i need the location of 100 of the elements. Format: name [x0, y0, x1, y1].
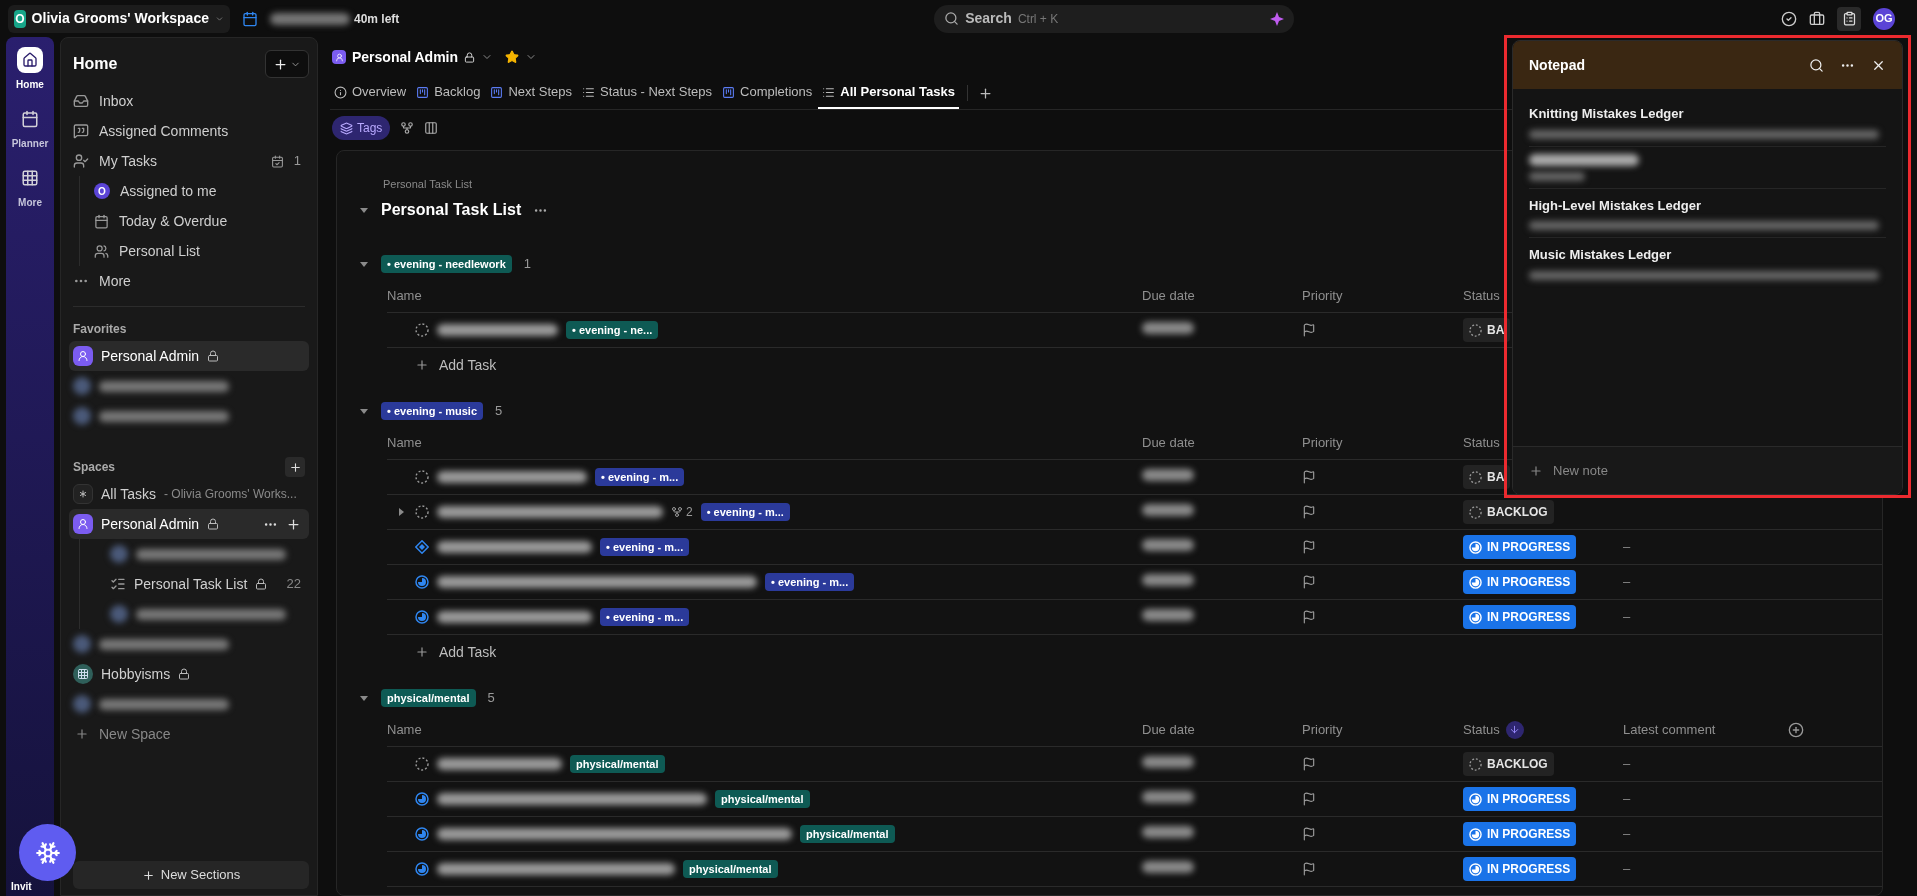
- priority-flag-icon[interactable]: [1302, 757, 1316, 771]
- note-item[interactable]: Music Mistakes Ledger: [1529, 238, 1886, 287]
- status-badge[interactable]: IN PROGRESS: [1463, 570, 1577, 594]
- status-progress-icon[interactable]: [415, 575, 429, 589]
- status-progress-icon[interactable]: [415, 792, 429, 806]
- view-tab[interactable]: Next Steps: [486, 77, 577, 109]
- columns-icon[interactable]: [424, 121, 439, 135]
- collapse-caret-icon[interactable]: [359, 205, 369, 215]
- new-sections-button[interactable]: New Sections: [73, 861, 309, 889]
- column-header[interactable]: Due date: [1142, 432, 1195, 453]
- priority-flag-icon[interactable]: [1302, 862, 1316, 876]
- add-column-icon[interactable]: [1788, 721, 1804, 738]
- status-badge[interactable]: BACKLOG: [1463, 500, 1554, 524]
- task-tag[interactable]: physical/mental: [715, 790, 810, 808]
- new-space-link[interactable]: New Space: [75, 723, 171, 745]
- group-tag[interactable]: • evening - needlework: [381, 255, 512, 273]
- status-badge[interactable]: BA: [1463, 465, 1511, 489]
- rail-item[interactable]: Planner: [11, 106, 49, 151]
- column-header[interactable]: Status: [1463, 719, 1500, 740]
- sidebar-item[interactable]: All Tasks - Olivia Grooms' Works...: [69, 479, 309, 509]
- briefcase-icon[interactable]: [1809, 10, 1825, 27]
- view-tab[interactable]: Overview: [330, 77, 411, 109]
- sort-button[interactable]: [1505, 720, 1524, 739]
- task-tag[interactable]: • evening - m...: [600, 608, 690, 626]
- rail-item[interactable]: More: [18, 165, 42, 210]
- nav-item[interactable]: Today & Overdue: [94, 206, 309, 236]
- view-tab[interactable]: Backlog: [412, 77, 485, 109]
- nav-item[interactable]: My Tasks 1: [69, 146, 309, 176]
- column-header[interactable]: Due date: [1142, 285, 1195, 306]
- priority-flag-icon[interactable]: [1302, 540, 1316, 554]
- task-tag[interactable]: • evening - ne...: [566, 321, 659, 339]
- notepad-toggle[interactable]: [1837, 6, 1861, 31]
- sidebar-item[interactable]: Personal Admin: [69, 509, 309, 539]
- column-header[interactable]: Status: [1463, 285, 1500, 306]
- priority-flag-icon[interactable]: [1302, 505, 1316, 519]
- column-header[interactable]: Priority: [1302, 432, 1343, 453]
- nav-item[interactable]: Personal List: [94, 236, 309, 266]
- task-tag[interactable]: • evening - m...: [595, 468, 685, 486]
- group-tag[interactable]: physical/mental: [381, 689, 476, 707]
- priority-flag-icon[interactable]: [1302, 827, 1316, 841]
- ai-sparkle-icon[interactable]: [1270, 11, 1285, 26]
- invite-label[interactable]: Invit: [11, 879, 32, 894]
- search-icon[interactable]: [1809, 57, 1824, 73]
- task-tag[interactable]: physical/mental: [683, 860, 778, 878]
- group-tag[interactable]: • evening - music: [381, 402, 484, 420]
- nav-item[interactable]: Inbox: [69, 86, 309, 116]
- create-button[interactable]: [265, 50, 309, 78]
- status-todo-icon[interactable]: [415, 323, 429, 337]
- task-tag[interactable]: physical/mental: [570, 755, 665, 773]
- column-header[interactable]: Name: [387, 432, 422, 453]
- add-icon[interactable]: [286, 516, 301, 532]
- status-todo-icon[interactable]: [415, 505, 429, 519]
- nav-item[interactable]: More: [69, 266, 309, 296]
- user-avatar[interactable]: OG: [1873, 7, 1895, 30]
- priority-flag-icon[interactable]: [1302, 610, 1316, 624]
- new-note-button[interactable]: New note: [1513, 446, 1902, 494]
- subtasks-icon[interactable]: [400, 121, 415, 135]
- sidebar-item[interactable]: Personal Task List 22: [80, 569, 309, 599]
- collapse-caret-icon[interactable]: [359, 406, 369, 416]
- status-badge[interactable]: BA: [1463, 318, 1511, 342]
- status-badge[interactable]: IN PROGRESS: [1463, 787, 1577, 811]
- calendar-icon[interactable]: [242, 10, 258, 27]
- task-tag[interactable]: • evening - m...: [600, 538, 690, 556]
- column-header[interactable]: Priority: [1302, 719, 1343, 740]
- add-space-button[interactable]: [285, 457, 305, 477]
- collapse-caret-icon[interactable]: [359, 693, 369, 703]
- view-tab[interactable]: All Personal Tasks: [818, 77, 959, 109]
- subtask-count[interactable]: 2: [671, 503, 693, 521]
- add-view-icon[interactable]: [977, 85, 993, 101]
- sidebar-item[interactable]: Hobbyisms: [69, 659, 309, 689]
- rail-item[interactable]: Home: [16, 47, 44, 92]
- add-task-button[interactable]: Add Task: [415, 354, 497, 376]
- collapse-caret-icon[interactable]: [359, 259, 369, 269]
- priority-flag-icon[interactable]: [1302, 323, 1316, 337]
- status-progress-icon[interactable]: [415, 827, 429, 841]
- tags-chip[interactable]: Tags: [332, 116, 391, 140]
- nav-item[interactable]: Assigned Comments: [69, 116, 309, 146]
- task-tag[interactable]: • evening - m...: [765, 573, 855, 591]
- note-item[interactable]: Knitting Mistakes Ledger: [1529, 97, 1886, 147]
- task-tag[interactable]: physical/mental: [800, 825, 895, 843]
- add-task-button[interactable]: Add Task: [415, 641, 497, 663]
- sidebar-item[interactable]: Personal Admin: [69, 341, 309, 371]
- priority-flag-icon[interactable]: [1302, 470, 1316, 484]
- search-field[interactable]: Search Ctrl + K: [934, 4, 1295, 33]
- status-todo-icon[interactable]: [415, 757, 429, 771]
- status-badge[interactable]: IN PROGRESS: [1463, 822, 1577, 846]
- column-header[interactable]: Priority: [1302, 285, 1343, 306]
- status-badge[interactable]: BACKLOG: [1463, 752, 1554, 776]
- column-header[interactable]: Name: [387, 285, 422, 306]
- note-item[interactable]: High-Level Mistakes Ledger: [1529, 188, 1886, 238]
- status-diamond-icon[interactable]: [415, 540, 429, 554]
- column-header[interactable]: Status: [1463, 432, 1500, 453]
- status-progress-icon[interactable]: [415, 862, 429, 876]
- status-badge[interactable]: IN PROGRESS: [1463, 857, 1577, 881]
- column-header[interactable]: Latest comment: [1623, 719, 1716, 740]
- nav-item[interactable]: O Assigned to me: [94, 176, 309, 206]
- status-progress-icon[interactable]: [415, 610, 429, 624]
- view-tab[interactable]: Completions: [718, 77, 817, 109]
- priority-flag-icon[interactable]: [1302, 575, 1316, 589]
- workspace-switcher[interactable]: O Olivia Grooms' Workspace: [8, 4, 230, 33]
